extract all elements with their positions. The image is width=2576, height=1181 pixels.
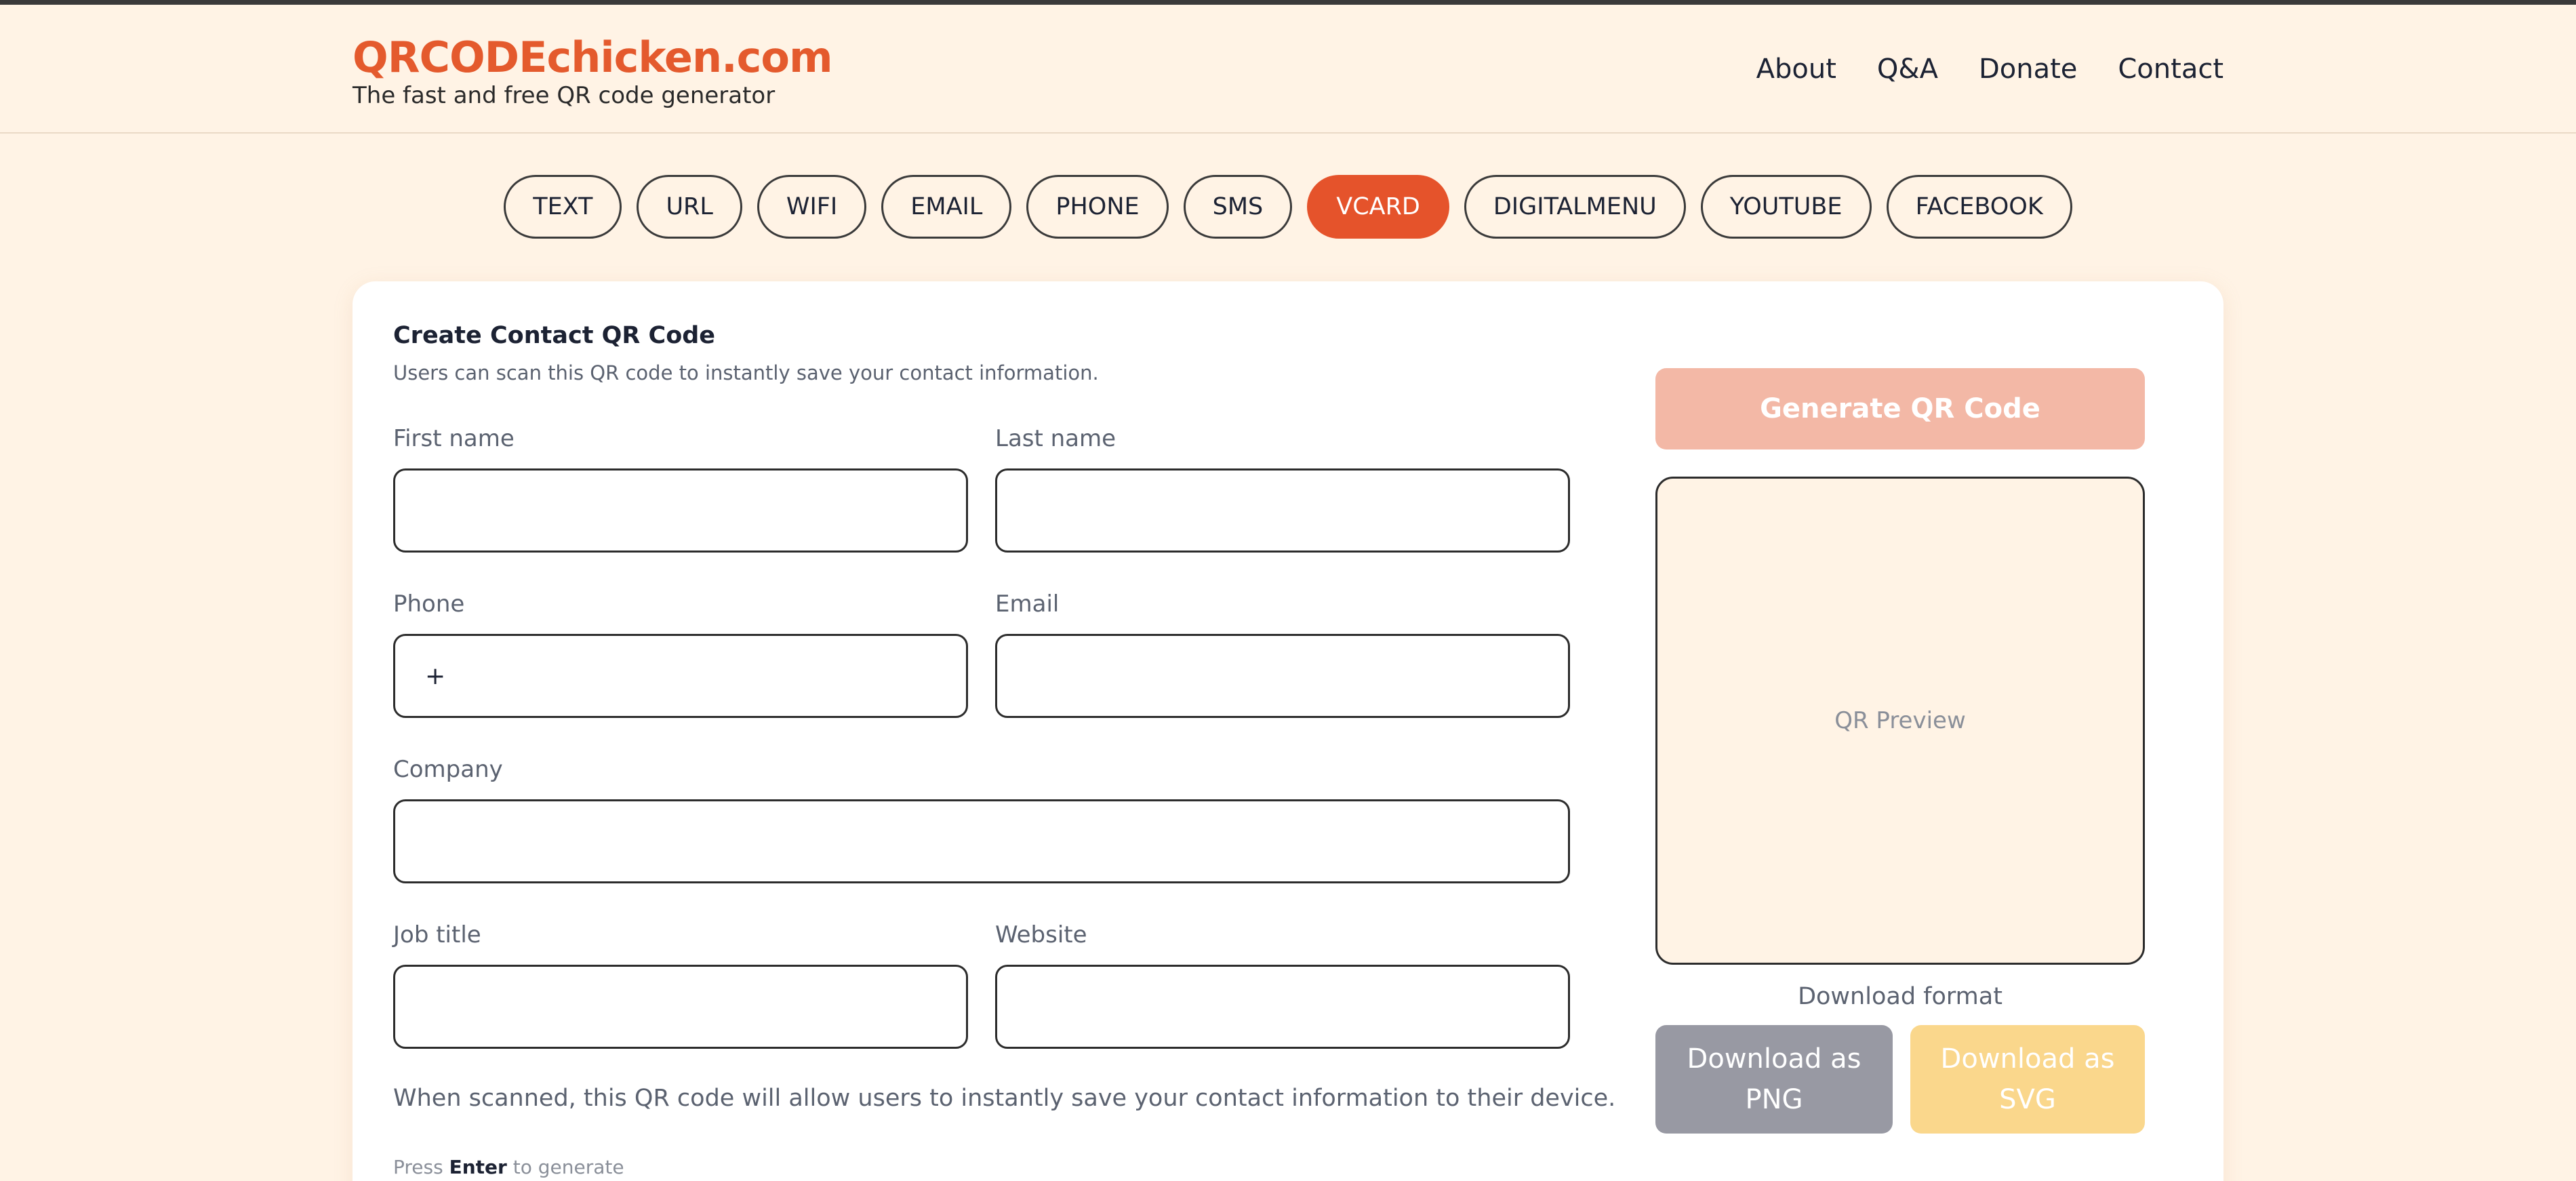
- nav-about[interactable]: About: [1756, 52, 1836, 86]
- last-name-label: Last name: [995, 425, 1116, 452]
- last-name-input[interactable]: [995, 468, 1570, 553]
- company-input[interactable]: [393, 799, 1570, 883]
- hint-suffix: to generate: [512, 1156, 624, 1178]
- vcard-form-card: Create Contact QR Code Users can scan th…: [353, 281, 2223, 1181]
- form-subtitle: Users can scan this QR code to instantly…: [393, 361, 1099, 384]
- tab-phone[interactable]: PHONE: [1026, 175, 1169, 239]
- scan-info-note: When scanned, this QR code will allow us…: [393, 1085, 1616, 1112]
- hint-prefix: Press: [393, 1156, 443, 1178]
- tab-wifi[interactable]: WIFI: [757, 175, 867, 239]
- tab-facebook[interactable]: FACEBOOK: [1886, 175, 2072, 239]
- tab-text[interactable]: TEXT: [504, 175, 622, 239]
- job-title-label: Job title: [393, 921, 481, 948]
- website-input[interactable]: [995, 965, 1570, 1049]
- first-name-input[interactable]: [393, 468, 968, 553]
- qr-preview-placeholder: QR Preview: [1834, 707, 1966, 734]
- window-top-border: [0, 0, 2576, 5]
- tab-digitalmenu[interactable]: DIGITALMENU: [1464, 175, 1686, 239]
- job-title-input[interactable]: [393, 965, 968, 1049]
- enter-hint: Press Enter to generate: [393, 1156, 624, 1178]
- nav-qa[interactable]: Q&A: [1877, 52, 1938, 86]
- brand[interactable]: QRCODEchicken.com The fast and free QR c…: [353, 29, 833, 109]
- qr-type-tabs: TEXT URL WIFI EMAIL PHONE SMS VCARD DIGI…: [0, 175, 2576, 239]
- tab-url[interactable]: URL: [637, 175, 742, 239]
- download-svg-button[interactable]: Download as SVG: [1910, 1025, 2145, 1134]
- brand-title[interactable]: QRCODEchicken.com: [353, 29, 833, 86]
- email-label: Email: [995, 590, 1060, 618]
- tab-youtube[interactable]: YOUTUBE: [1700, 175, 1872, 239]
- first-name-label: First name: [393, 425, 515, 452]
- nav-donate[interactable]: Donate: [1979, 52, 2077, 86]
- tab-sms[interactable]: SMS: [1183, 175, 1293, 239]
- tab-vcard[interactable]: VCARD: [1307, 175, 1449, 239]
- download-format-label: Download format: [1798, 983, 2003, 1010]
- website-label: Website: [995, 921, 1087, 948]
- nav-contact[interactable]: Contact: [2118, 52, 2223, 86]
- company-label: Company: [393, 756, 503, 783]
- phone-label: Phone: [393, 590, 465, 618]
- brand-subtitle: The fast and free QR code generator: [353, 82, 776, 109]
- qr-preview-area: QR Preview: [1655, 477, 2145, 965]
- download-png-button[interactable]: Download as PNG: [1655, 1025, 1893, 1134]
- email-input[interactable]: [995, 634, 1570, 718]
- main-nav: About Q&A Donate Contact: [1756, 52, 2223, 86]
- hint-key: Enter: [449, 1156, 507, 1178]
- form-title: Create Contact QR Code: [393, 322, 716, 349]
- tab-email[interactable]: EMAIL: [881, 175, 1012, 239]
- phone-input[interactable]: +: [393, 634, 968, 718]
- generate-qr-button[interactable]: Generate QR Code: [1655, 368, 2145, 449]
- site-header: QRCODEchicken.com The fast and free QR c…: [0, 5, 2576, 134]
